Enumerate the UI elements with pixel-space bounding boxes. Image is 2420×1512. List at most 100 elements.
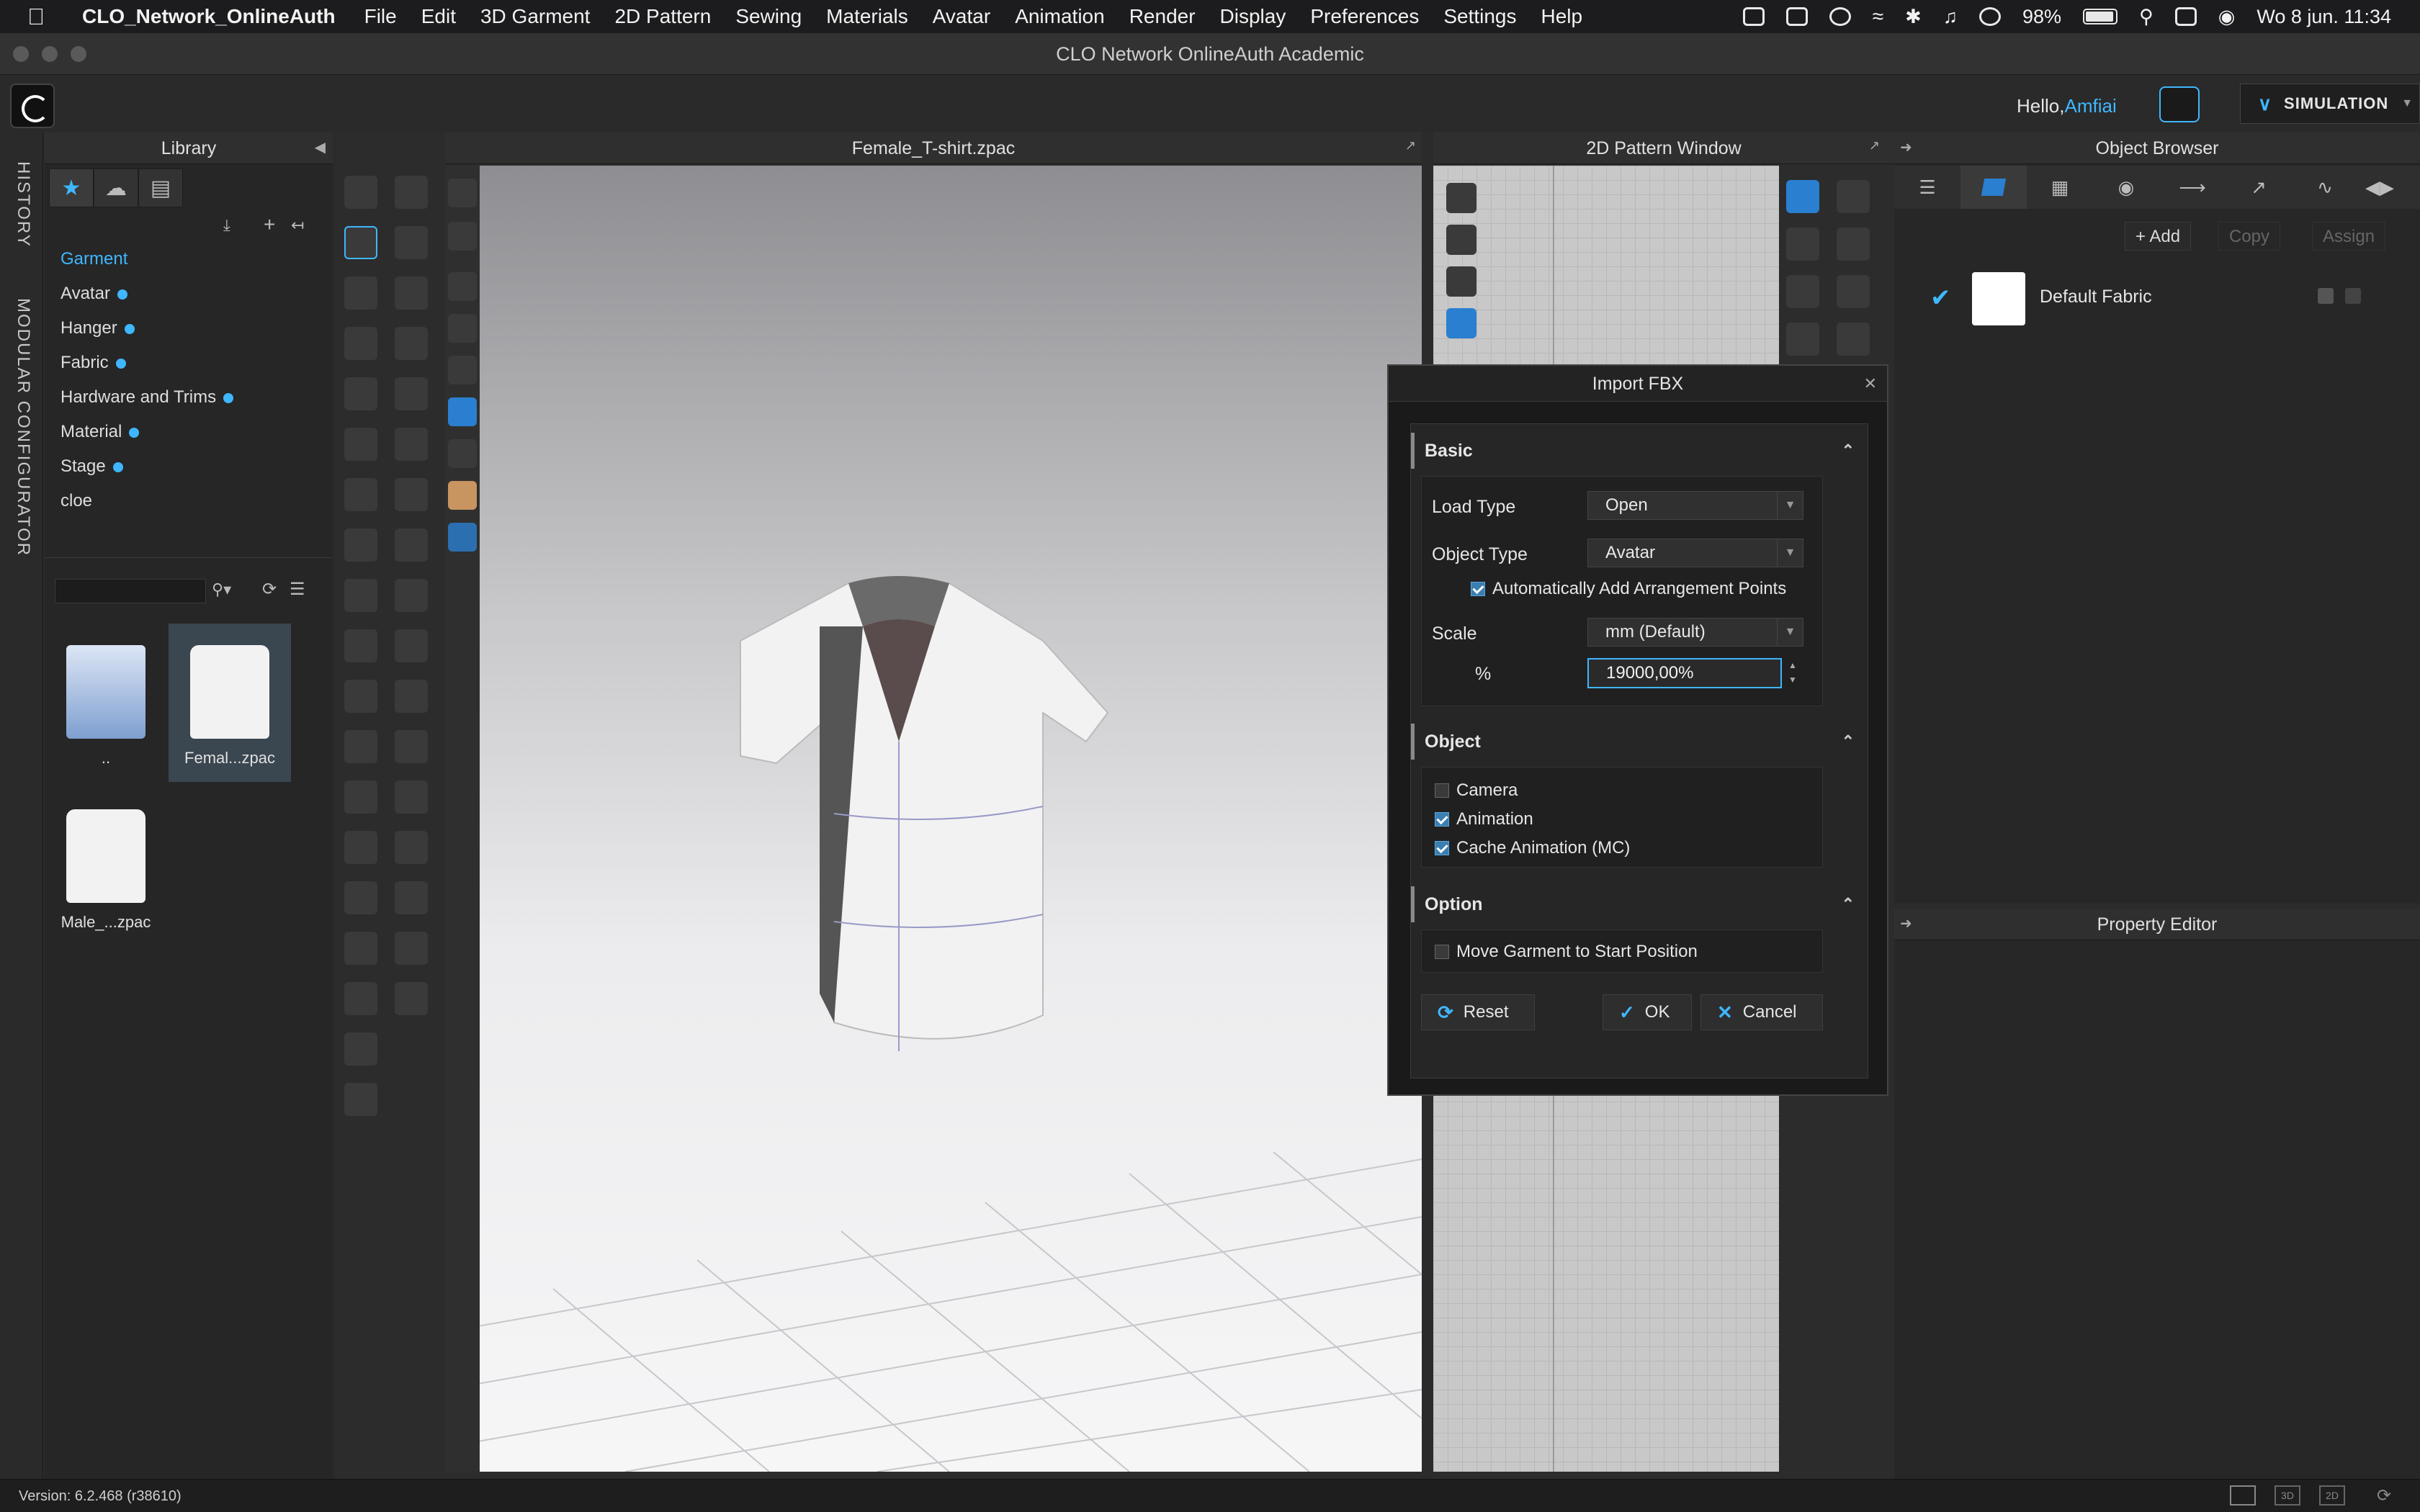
shrink-tool-icon[interactable] [395,932,428,965]
simulation-mode-button[interactable]: ∨ SIMULATION ▼ [2240,84,2420,124]
option-section-header[interactable]: Option ⌃ [1411,886,1868,922]
delete-icon[interactable] [2345,288,2361,304]
avatar-visibility-icon[interactable] [448,356,477,384]
reset-button[interactable]: ⟳ Reset [1421,994,1535,1030]
scale-percent-input[interactable] [1587,658,1782,688]
animation-checkbox[interactable] [1435,812,1449,827]
menu-2d-pattern[interactable]: 2D Pattern [614,5,711,28]
strap-tool-icon[interactable] [395,428,428,461]
search-icon[interactable]: ⚲▾ [212,580,231,599]
chevron-up-icon[interactable]: ⌃ [1842,433,1855,469]
polygon-tool-icon[interactable] [1786,275,1819,308]
cloud-library-icon[interactable]: ☁ [94,168,138,207]
apple-icon[interactable]:  [27,4,56,30]
remove-folder-icon[interactable]: ↤ [291,216,304,235]
bluetooth-icon[interactable]: ✱ [1905,6,1922,28]
duplicate-icon[interactable] [2318,288,2334,304]
button-tool-icon[interactable] [395,629,428,662]
library-item-hanger[interactable]: Hanger [60,318,135,338]
garment-display-icon[interactable] [448,222,477,251]
texture-2d-icon[interactable] [1446,308,1476,338]
ok-button[interactable]: ✓ OK [1603,994,1692,1030]
shirt-tool-icon[interactable] [344,780,377,814]
cache-animation-checkbox-row[interactable]: Cache Animation (MC) [1435,838,1630,858]
simulate-tool-icon[interactable] [344,176,377,209]
texture-display-icon[interactable] [448,397,477,426]
dart-tool-icon[interactable] [1837,323,1870,356]
tack-tool-icon[interactable] [395,276,428,310]
refresh-icon[interactable]: ⟳ [262,579,277,600]
list-view-icon[interactable]: ☰ [290,579,305,600]
menu-3d-garment[interactable]: 3D Garment [480,5,591,28]
clock[interactable]: Wo 8 jun. 11:34 [2257,6,2391,28]
pose-tool-icon[interactable] [344,831,377,864]
wifi-icon[interactable]: ≈ [1873,5,1883,28]
library-item-cloe[interactable]: cloe [60,491,92,511]
topstitch-tool-icon[interactable] [395,478,428,511]
elastic-tool-icon[interactable] [395,831,428,864]
graphic-tab-icon[interactable]: ▦ [2027,166,2093,209]
cache-animation-checkbox[interactable] [1435,841,1449,855]
fabric-list-item[interactable]: ✔ Default Fabric [1894,269,2420,327]
battery-icon[interactable] [2083,9,2118,24]
buttonhole-tool-icon[interactable] [395,680,428,713]
library-item-material[interactable]: Material [60,422,140,442]
object-section-header[interactable]: Object ⌃ [1411,724,1868,760]
add-fabric-button[interactable]: + Add [2125,222,2192,251]
menu-avatar[interactable]: Avatar [933,5,990,28]
graphic-tool-icon[interactable] [344,680,377,713]
library-item-hardware[interactable]: Hardware and Trims [60,387,234,408]
pattern-shirt-icon[interactable] [1446,225,1476,255]
pin-tool-icon[interactable] [344,276,377,310]
cancel-button[interactable]: ✕ Cancel [1700,994,1823,1030]
download-icon[interactable]: ⤓ [223,216,230,235]
siri-icon[interactable]: ◉ [2218,6,2236,28]
tab-history[interactable]: HISTORY [13,161,33,248]
menu-settings[interactable]: Settings [1443,5,1516,28]
move-garment-checkbox[interactable] [1435,945,1449,959]
cloud-sync-icon[interactable] [2159,86,2200,122]
fold-tool-icon[interactable] [395,327,428,360]
brush-tool-icon[interactable] [344,579,377,612]
chevron-up-icon[interactable]: ⌃ [1842,724,1855,760]
basic-section-header[interactable]: Basic ⌃ [1411,433,1868,469]
window-layout-icon[interactable] [1785,7,1808,26]
library-item-avatar[interactable]: Avatar [60,284,127,304]
piping-tool-icon[interactable] [395,780,428,814]
zipper-tab-icon[interactable]: ∿ [2292,166,2358,209]
account-icon[interactable] [1978,7,2001,26]
menu-edit[interactable]: Edit [421,5,456,28]
play-icon[interactable] [1829,7,1851,26]
file-thumb-male[interactable]: Male_...zpac [45,788,167,946]
info-icon[interactable] [1446,266,1476,297]
zipper-tool-icon[interactable] [395,730,428,763]
mute-icon[interactable]: ♫ [1943,6,1958,28]
object-type-select[interactable]: Avatar ▼ [1587,539,1803,567]
sync-icon[interactable]: ⟳ [2377,1485,2391,1506]
library-item-stage[interactable]: Stage [60,456,123,477]
layout-single-icon[interactable] [2230,1485,2256,1506]
control-center-icon[interactable] [2174,7,2197,26]
paint-tool-icon[interactable] [344,629,377,662]
transform-tool-icon[interactable] [1837,180,1870,213]
skin-display-icon[interactable] [448,481,477,510]
menu-preferences[interactable]: Preferences [1310,5,1419,28]
edit-point-tool-icon[interactable] [1786,228,1819,261]
app-menu[interactable]: CLO_Network_OnlineAuth [82,5,336,28]
rotate-tool-icon[interactable] [344,377,377,410]
close-icon[interactable]: ✕ [1864,374,1877,393]
fit-tool-icon[interactable] [344,881,377,914]
menu-sewing[interactable]: Sewing [735,5,802,28]
library-search-input[interactable] [55,579,206,603]
seam-tool-icon[interactable] [344,478,377,511]
tape-tool-icon[interactable] [344,982,377,1015]
move-garment-checkbox-row[interactable]: Move Garment to Start Position [1435,942,1698,962]
scale-select[interactable]: mm (Default) ▼ [1587,618,1803,647]
scroll-tabs-icon[interactable]: ◀▶ [2358,166,2401,209]
3d-canvas[interactable] [445,166,1422,1472]
auto-arrange-checkbox-row[interactable]: Automatically Add Arrangement Points [1471,579,1786,599]
pattern-draw-icon[interactable] [1446,183,1476,213]
camera-checkbox[interactable] [1435,783,1449,798]
tab-modular-configurator[interactable]: MODULAR CONFIGURATOR [13,298,33,557]
spotlight-search-icon[interactable]: ⚲ [2139,6,2154,28]
